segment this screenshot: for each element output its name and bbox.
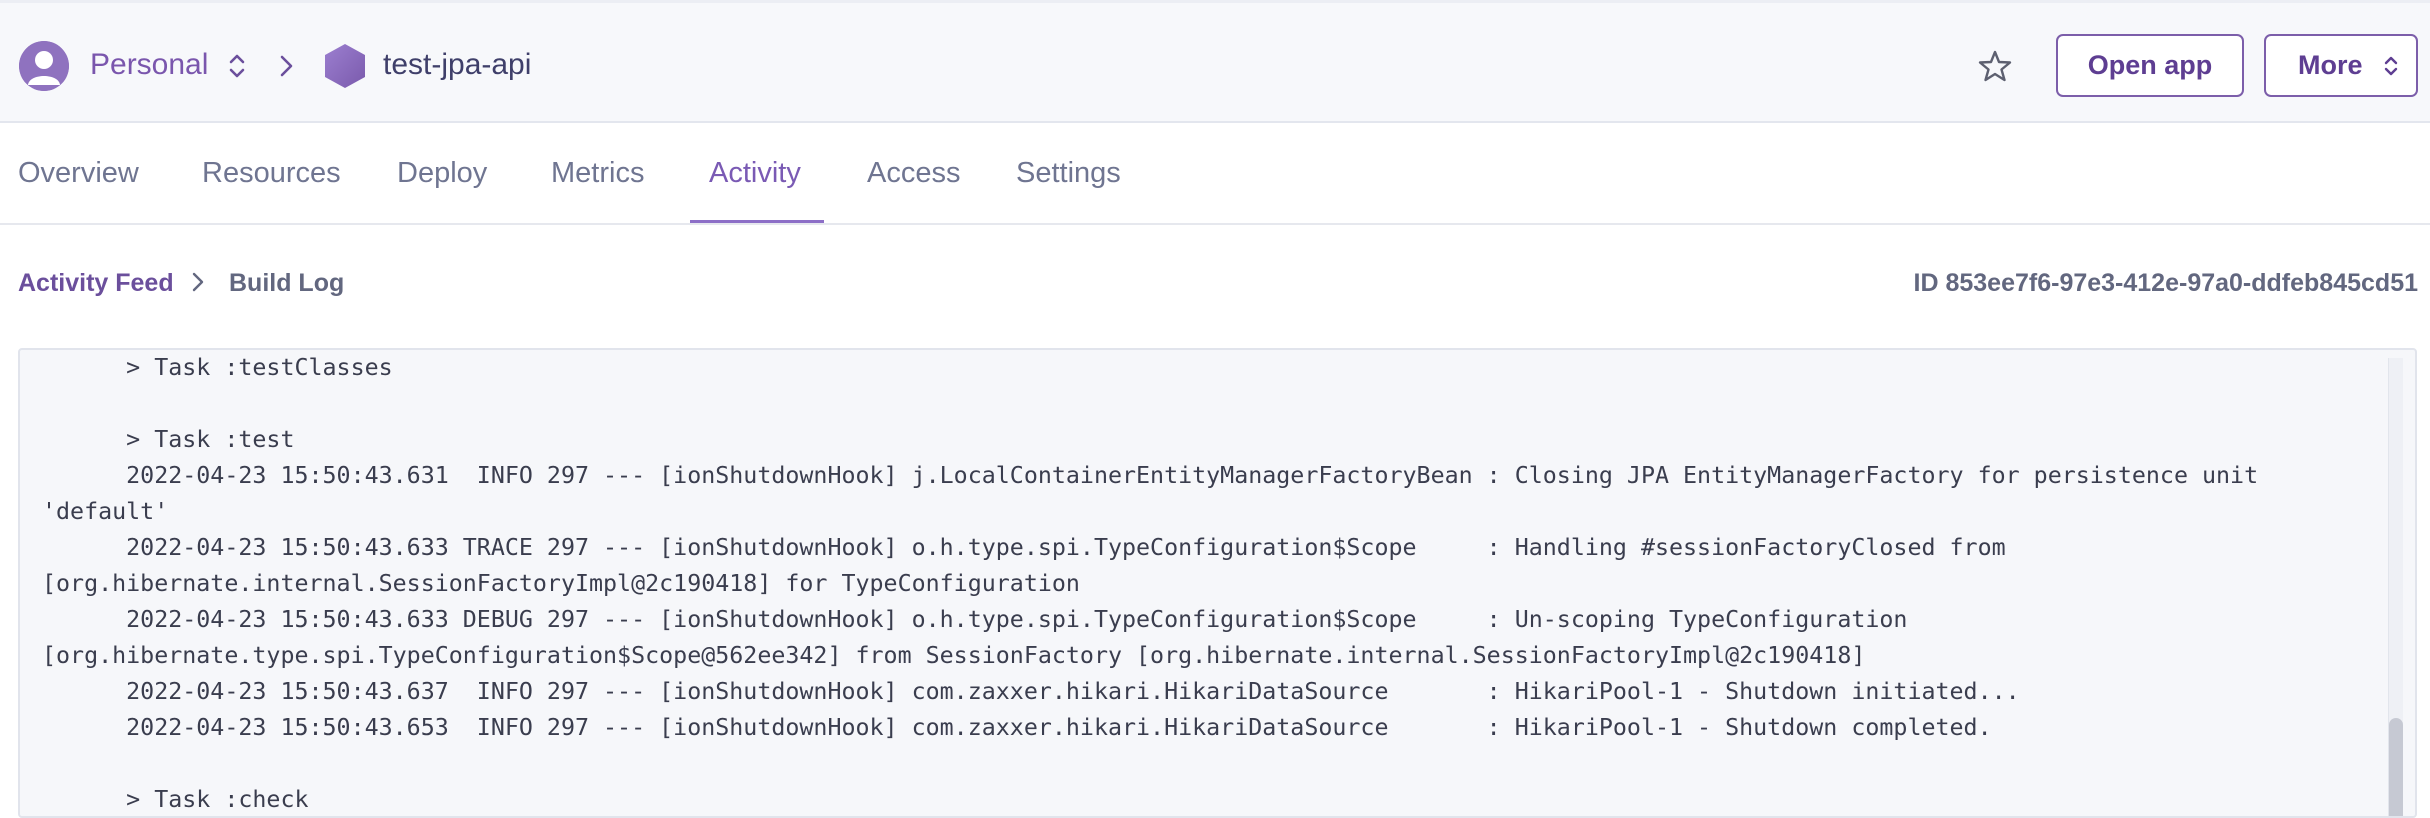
build-log-output: > Task :testClasses > Task :test 2022-04…	[42, 354, 2259, 813]
chevron-right-icon	[192, 272, 204, 292]
tab-access[interactable]: Access	[867, 153, 960, 193]
tab-deploy[interactable]: Deploy	[397, 153, 487, 193]
chevron-up-down-icon	[2384, 56, 2398, 76]
tab-overview[interactable]: Overview	[18, 153, 139, 193]
open-app-button[interactable]: Open app	[2056, 34, 2244, 97]
app-tabs: Overview Resources Deploy Metrics Activi…	[0, 123, 2430, 225]
star-icon[interactable]	[1977, 48, 2013, 84]
app-name: test-jpa-api	[383, 48, 532, 81]
user-avatar-icon[interactable]	[19, 41, 69, 91]
log-scrollbar-thumb[interactable]	[2389, 718, 2403, 816]
tab-settings[interactable]: Settings	[1016, 153, 1121, 193]
chevron-up-down-icon[interactable]	[226, 51, 248, 81]
tab-metrics[interactable]: Metrics	[551, 153, 644, 193]
tab-activity[interactable]: Activity	[709, 153, 801, 193]
app-header: Personal test-jpa-api Open app More	[0, 0, 2430, 123]
active-tab-indicator	[690, 220, 824, 223]
breadcrumb-build-log: Build Log	[229, 269, 345, 297]
account-switcher-label[interactable]: Personal	[90, 45, 208, 85]
hexagon-app-icon	[325, 44, 365, 88]
chevron-right-icon	[280, 55, 293, 77]
breadcrumb-activity-feed[interactable]: Activity Feed	[18, 266, 174, 300]
tab-resources[interactable]: Resources	[202, 153, 341, 193]
more-button-label: More	[2298, 50, 2363, 80]
more-button[interactable]: More	[2264, 34, 2418, 97]
build-log-panel[interactable]: > Task :testClasses > Task :test 2022-04…	[18, 348, 2417, 818]
build-id: ID 853ee7f6-97e3-412e-97a0-ddfeb845cd51	[1913, 269, 2418, 297]
